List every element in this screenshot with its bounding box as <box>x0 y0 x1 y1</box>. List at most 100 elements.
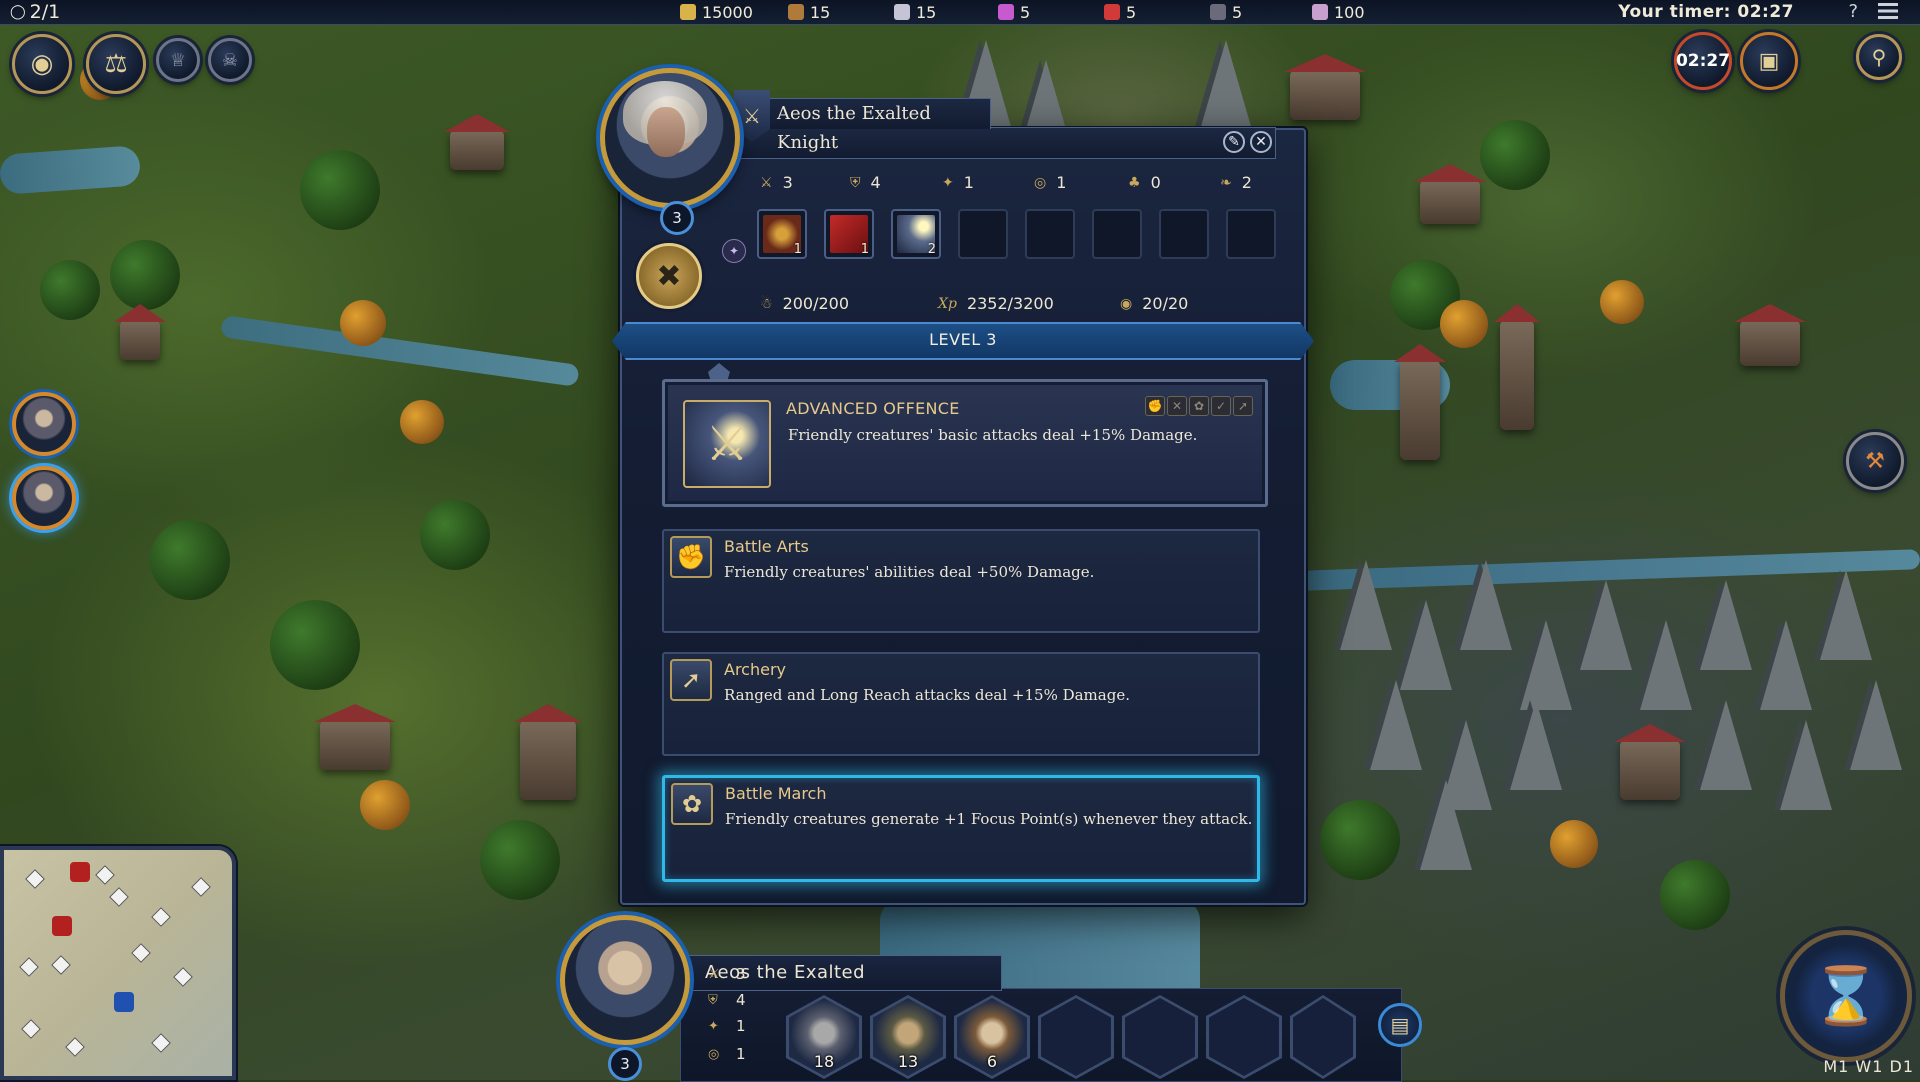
resource-value: 5 <box>1232 2 1243 22</box>
crown-icon: ♕ <box>169 49 187 71</box>
hero-list-item-selected[interactable] <box>12 466 76 530</box>
artifact-slot[interactable]: 1 <box>757 209 807 259</box>
autumn-tree <box>1440 300 1488 348</box>
selected-hero-panel: Aeos the Exalted 3 ⚔ 3 ⛨ 4 ✦ 1 ◎ 1 18 13 6 ▤ <box>560 915 1422 1082</box>
calendar-date: M1 W1 D1 <box>1823 1057 1914 1076</box>
resource-gem: 5 <box>1210 0 1242 24</box>
skill-card-advanced-offence[interactable]: ⚔ ADVANCED OFFENCE Friendly creatures' b… <box>662 379 1268 507</box>
skill-card-battle-march[interactable]: ✿ Battle March Friendly creatures genera… <box>662 775 1260 882</box>
defense-icon: ⛨ <box>708 992 718 1008</box>
dialog-header: Knight ✎ ✕ Aeos the Exalted ⚔ <box>734 90 1276 159</box>
stat-value: 3 <box>782 173 793 192</box>
artifact-slot-empty[interactable] <box>1159 209 1209 259</box>
wood-icon <box>788 4 804 20</box>
skill-title: ADVANCED OFFENCE <box>786 399 960 418</box>
knowledge-icon: ◎ <box>708 1046 720 1062</box>
hero-portrait[interactable] <box>600 68 740 208</box>
battle-march-swirl-icon: ✿ <box>671 783 713 825</box>
vision-button[interactable]: ◉ <box>12 34 72 94</box>
artifact-slot-empty[interactable] <box>1226 209 1276 259</box>
map-pin-icon: ⚲ <box>1871 45 1887 69</box>
dwelling[interactable] <box>120 320 160 360</box>
help-icon[interactable]: ? <box>1848 1 1858 22</box>
screen-button[interactable]: ▣ <box>1740 32 1798 90</box>
perk-sword-icon: ✓ <box>1211 396 1231 416</box>
rename-button[interactable]: ✎ <box>1223 131 1245 153</box>
balance-button[interactable]: ⚖ <box>86 34 146 94</box>
artifact-slot[interactable]: 2 <box>891 209 941 259</box>
slot-count: 2 <box>927 242 936 257</box>
artifact-slot[interactable]: 1 <box>824 209 874 259</box>
menu-icon[interactable] <box>1878 3 1898 19</box>
minimap-object <box>65 1037 85 1057</box>
tower[interactable] <box>1400 360 1440 460</box>
resource-wood: 15 <box>788 0 830 24</box>
hammer-icon: ⚒ <box>1865 448 1885 474</box>
resource-value: 5 <box>1126 2 1137 22</box>
skill-card-battle-arts[interactable]: ✊ Battle Arts Friendly creatures' abilit… <box>662 529 1260 633</box>
hero-stats: ⚔ 3 ⛨ 4 ✦ 1 ◎ 1 ♣ 0 ❧ 2 <box>734 173 1274 197</box>
empty-hex <box>1293 998 1353 1076</box>
skill-description: Friendly creatures generate +1 Focus Poi… <box>725 810 1253 828</box>
player-icon: ◯ <box>10 4 26 20</box>
archery-bow-icon: ➚ <box>670 659 712 701</box>
hero-portrait[interactable] <box>560 915 690 1045</box>
perk-swirl-icon: ✿ <box>1189 396 1209 416</box>
battle-arts-fist-icon: ✊ <box>670 536 712 578</box>
town-building[interactable] <box>1290 70 1360 120</box>
artifact-slot-empty[interactable] <box>958 209 1008 259</box>
mountain <box>1520 620 1572 710</box>
mana-meter: ◉ 20/20 <box>1120 294 1188 313</box>
reaper-button[interactable]: ☠ <box>208 38 252 82</box>
resource-gold: 15000 <box>680 0 753 24</box>
end-turn-button[interactable]: ⌛ <box>1780 930 1912 1062</box>
minimap-object <box>51 955 71 975</box>
turn-timer-label: Your timer: 02:27 <box>1618 2 1794 22</box>
timer-orb-value: 02:27 <box>1675 51 1731 71</box>
boot-icon: ☃ <box>760 295 773 312</box>
stat-defense: ⛨ 4 <box>708 991 746 1009</box>
river <box>0 145 142 195</box>
build-button[interactable]: ⚒ <box>1846 432 1904 490</box>
stat-knowledge: ◎ 1 <box>1034 173 1066 192</box>
stat-attack: ⚔ 3 <box>760 173 793 192</box>
screen-icon: ▣ <box>1758 48 1780 74</box>
experience-meter: Xp 2352/3200 <box>938 294 1054 313</box>
temple[interactable] <box>1620 740 1680 800</box>
skill-card-archery[interactable]: ➚ Archery Ranged and Long Reach attacks … <box>662 652 1260 756</box>
perk-arrow-icon: ➚ <box>1233 396 1253 416</box>
player-count: ◯ 2/1 <box>10 0 60 24</box>
dwelling[interactable] <box>450 130 504 170</box>
minimap-object <box>19 957 39 977</box>
autumn-tree <box>360 780 410 830</box>
hero-list-item[interactable] <box>12 392 76 456</box>
attack-icon: ⚔ <box>760 174 773 191</box>
skill-title: Battle March <box>725 784 827 803</box>
empty-hex <box>1209 998 1279 1076</box>
mountain <box>1820 570 1872 660</box>
slot-count: 1 <box>793 242 802 257</box>
artifact-slot-empty[interactable] <box>1025 209 1075 259</box>
location-button[interactable]: ⚲ <box>1856 34 1902 80</box>
mill[interactable] <box>1740 320 1800 366</box>
stat-luck: ♣ 0 <box>1128 173 1161 192</box>
town-building[interactable] <box>1420 180 1480 224</box>
mountain <box>1340 560 1392 650</box>
specialization-icon[interactable]: ✦ <box>722 239 746 263</box>
tower[interactable] <box>1500 320 1534 430</box>
dwelling[interactable] <box>320 720 390 770</box>
artifact-slot-empty[interactable] <box>1092 209 1142 259</box>
ore-icon <box>894 4 910 20</box>
mana-icon: ◉ <box>1120 295 1133 312</box>
minimap[interactable] <box>0 846 236 1080</box>
crown-button[interactable]: ♕ <box>156 38 200 82</box>
mountain <box>1700 700 1752 790</box>
resource-dust: 100 <box>1312 0 1365 24</box>
spellbook-button[interactable]: ▤ <box>1378 1003 1422 1047</box>
minimap-object <box>25 869 45 889</box>
dwelling[interactable] <box>520 720 576 800</box>
hero-level-badge: 3 <box>660 201 694 235</box>
autumn-tree <box>400 400 444 444</box>
close-button[interactable]: ✕ <box>1250 131 1272 153</box>
dust-icon <box>1312 4 1328 20</box>
